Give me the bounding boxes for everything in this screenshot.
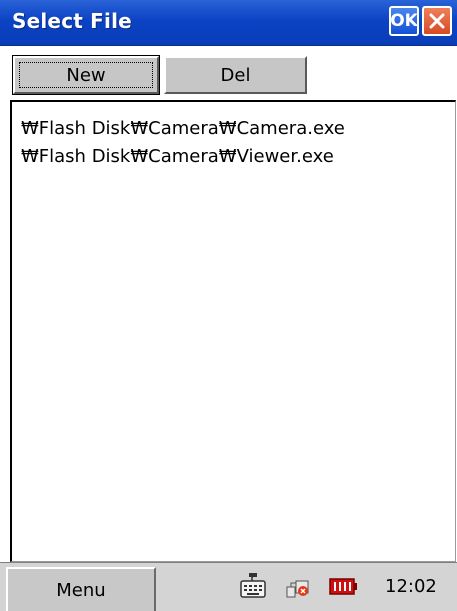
keyboard-icon[interactable] [238, 571, 268, 601]
del-button-label: Del [220, 64, 251, 86]
menu-button-label: Menu [56, 579, 106, 601]
close-icon [429, 13, 445, 29]
new-button[interactable]: New [12, 55, 160, 95]
menu-button[interactable]: Menu [6, 567, 156, 611]
battery-icon[interactable] [327, 571, 361, 601]
file-list[interactable]: ₩Flash Disk₩Camera₩Camera.exe ₩Flash Dis… [10, 100, 456, 562]
ok-button[interactable]: OK [389, 6, 419, 36]
window-title: Select File [12, 9, 132, 33]
taskbar: Menu 12:02 [0, 562, 457, 611]
focus-rect [19, 62, 153, 88]
close-button[interactable] [422, 6, 452, 36]
toolbar: New Del [0, 46, 457, 97]
list-item[interactable]: ₩Flash Disk₩Camera₩Viewer.exe [21, 146, 334, 167]
list-item[interactable]: ₩Flash Disk₩Camera₩Camera.exe [21, 118, 345, 139]
clock[interactable]: 12:02 [385, 576, 437, 597]
network-icon[interactable] [283, 571, 313, 601]
title-bar: Select File OK [0, 0, 457, 46]
del-button[interactable]: Del [164, 56, 307, 94]
